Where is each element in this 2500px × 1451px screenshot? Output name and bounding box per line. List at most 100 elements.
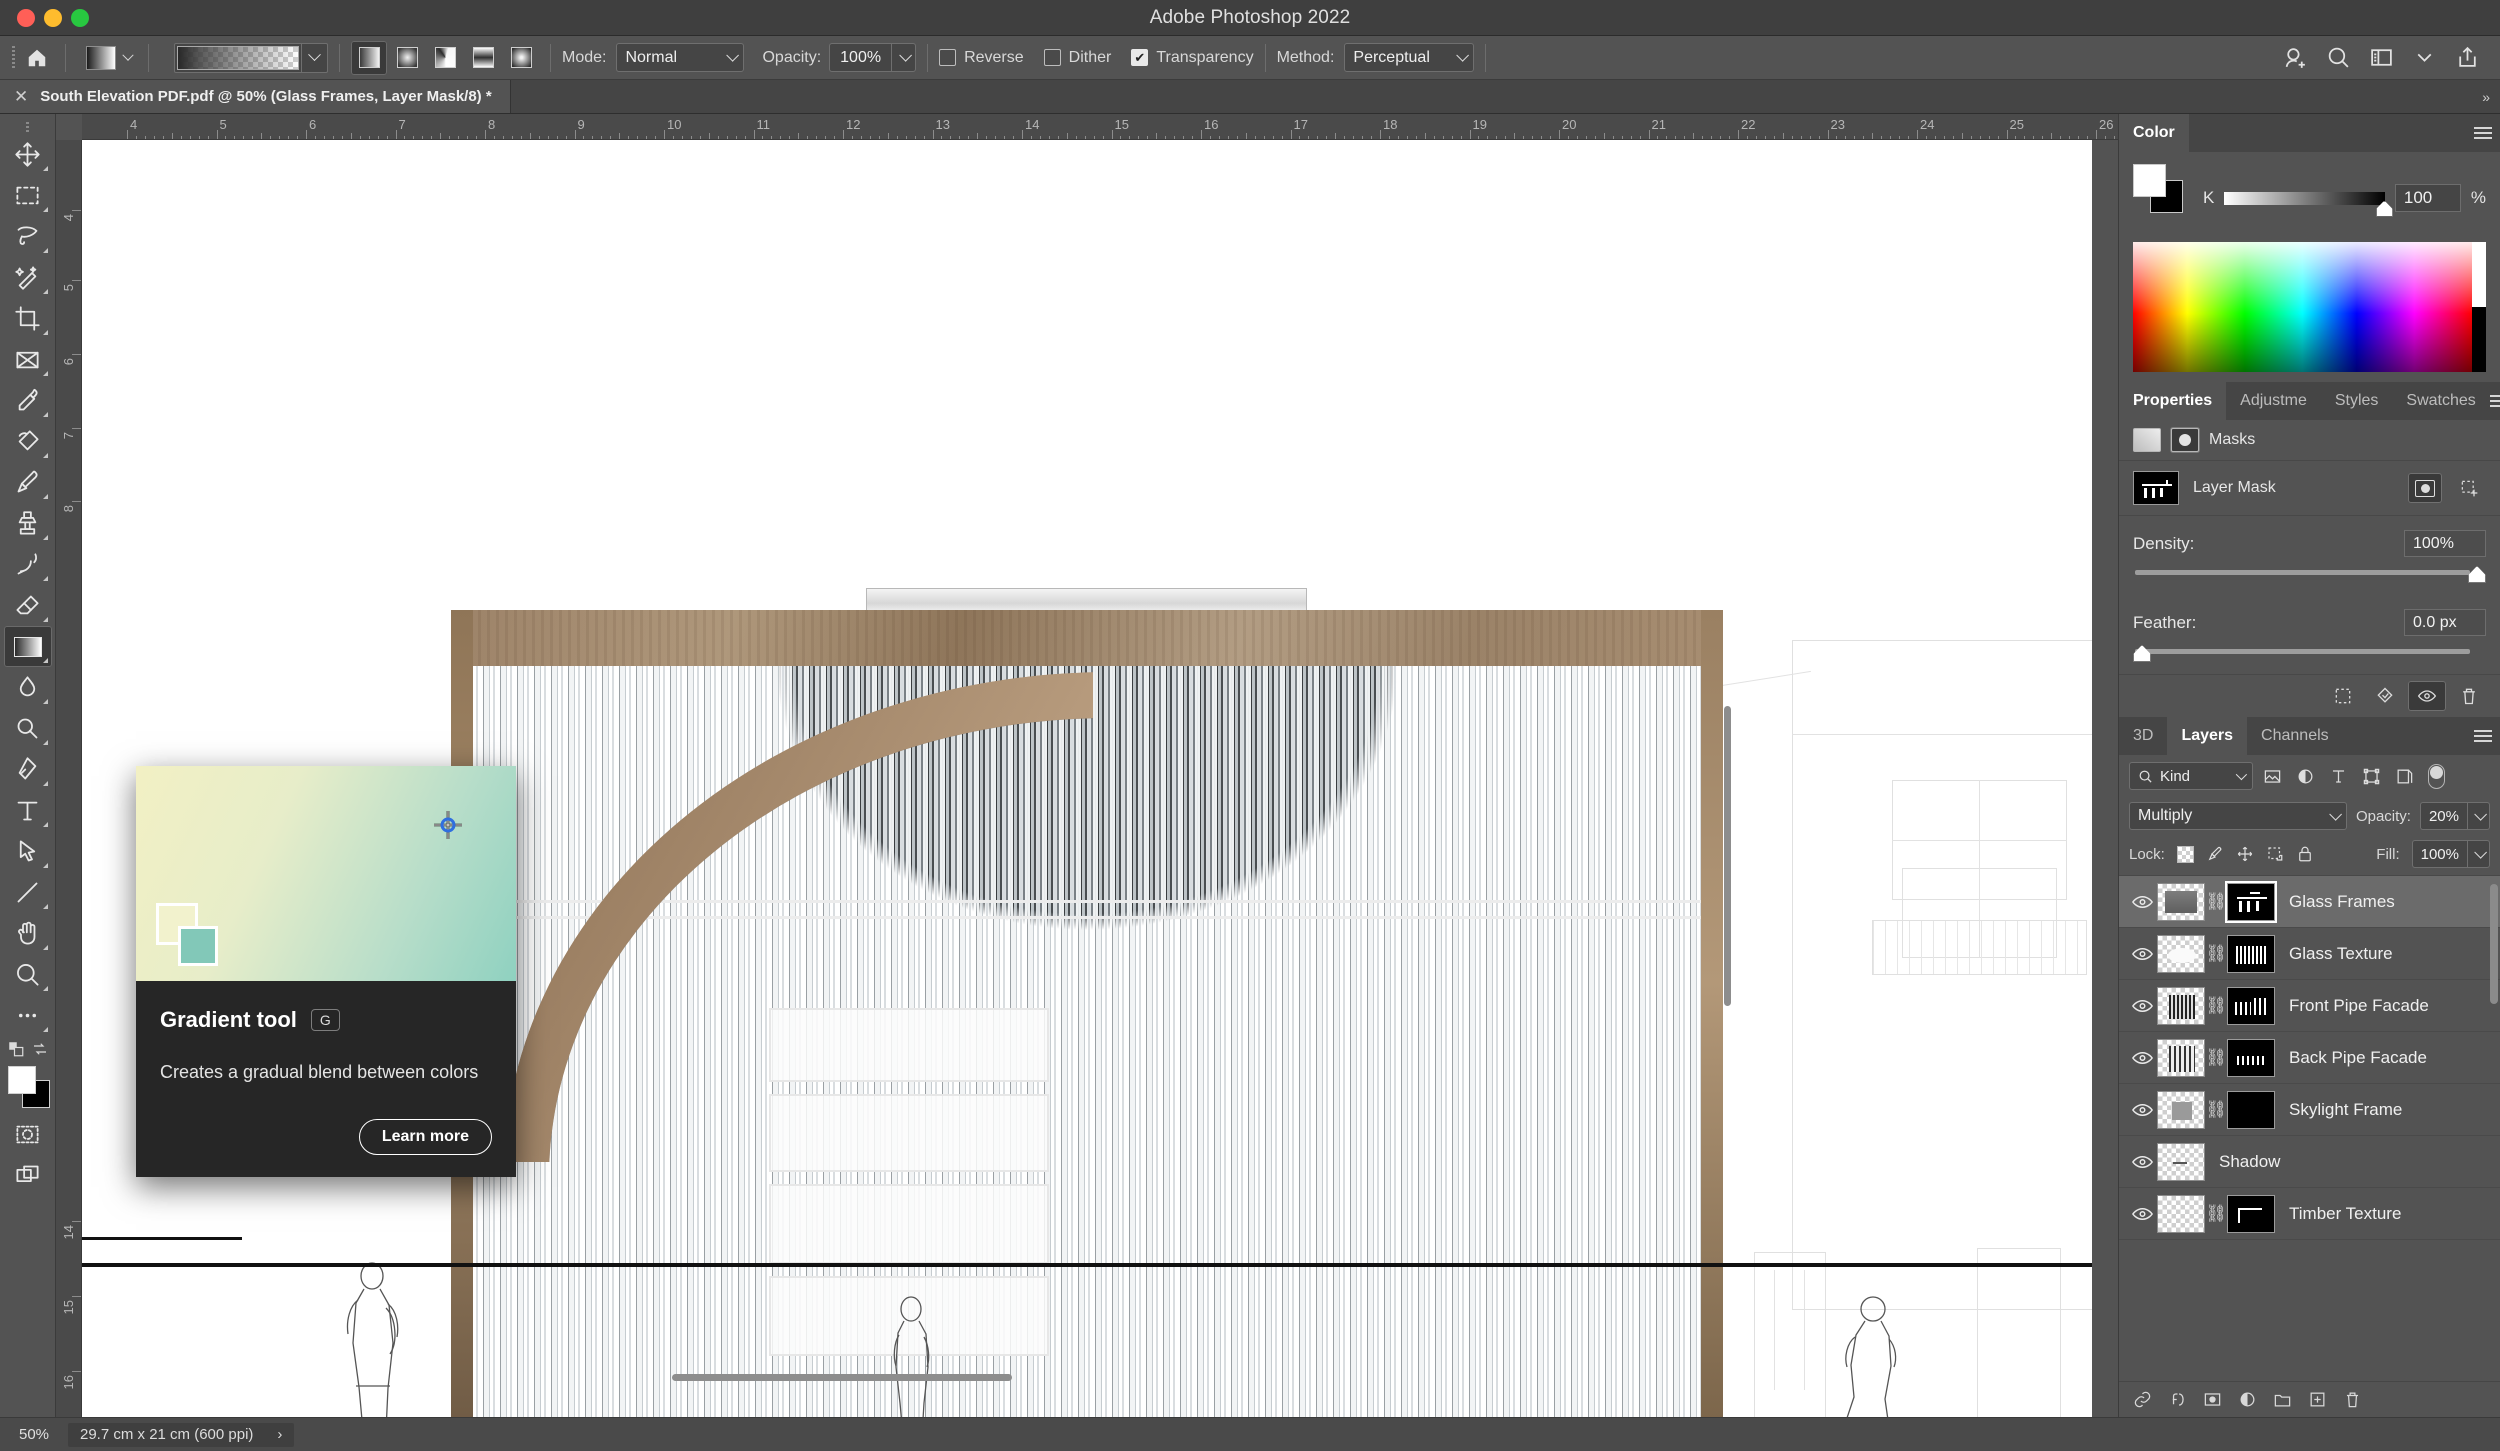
tab-channels[interactable]: Channels (2247, 717, 2343, 755)
new-layer-icon[interactable] (2308, 1390, 2327, 1409)
lock-transparency-icon[interactable] (2176, 845, 2194, 863)
tab-layers[interactable]: Layers (2167, 717, 2248, 755)
adjustment-layer-icon[interactable] (2238, 1390, 2257, 1409)
layer-link-icon[interactable]: ⛓ (2205, 1100, 2227, 1120)
tab-styles[interactable]: Styles (2321, 382, 2393, 420)
layer-mask-thumbnail[interactable] (2227, 882, 2275, 921)
layer-fill-value[interactable]: 100% (2411, 840, 2467, 868)
swap-colors-icon[interactable] (31, 1040, 49, 1058)
path-selection-tool[interactable] (4, 831, 52, 872)
layer-opacity-value[interactable]: 20% (2419, 802, 2467, 830)
layer-visibility-icon[interactable] (2127, 1051, 2157, 1065)
layer-visibility-icon[interactable] (2127, 895, 2157, 909)
zoom-tool[interactable] (4, 954, 52, 995)
delete-mask-icon[interactable] (2450, 681, 2488, 711)
apply-mask-icon[interactable] (2366, 681, 2404, 711)
type-tool[interactable] (4, 790, 52, 831)
add-mask-icon[interactable] (2203, 1390, 2222, 1409)
screen-mode-icon[interactable] (4, 1155, 52, 1196)
layer-thumbnail[interactable] (2157, 1142, 2205, 1181)
gradient-tool-preset-picker[interactable] (86, 45, 137, 70)
reflected-gradient-button[interactable] (465, 41, 501, 75)
dither-checkbox[interactable]: Dither (1043, 49, 1111, 67)
layer-mask-thumbnail[interactable] (2133, 471, 2179, 505)
canvas-viewport[interactable]: Gradient tool G Creates a gradual blend … (82, 140, 2118, 1417)
pixel-mask-icon[interactable] (2133, 428, 2161, 452)
default-colors-row[interactable] (4, 1036, 52, 1062)
gradient-preset-dropdown[interactable] (174, 42, 328, 73)
layer-row-front-pipe-facade[interactable]: ⛓ Front Pipe Facade (2119, 980, 2500, 1032)
density-value[interactable]: 100% (2404, 530, 2486, 557)
tab-properties[interactable]: Properties (2119, 382, 2227, 420)
transparency-checkbox[interactable]: Transparency (1131, 49, 1254, 67)
layer-thumbnail[interactable] (2157, 882, 2205, 921)
move-tool[interactable] (4, 134, 52, 175)
default-colors-icon[interactable] (7, 1040, 25, 1058)
layer-fill-stepper[interactable] (2467, 840, 2490, 868)
eyedropper-tool[interactable] (4, 380, 52, 421)
layer-visibility-icon[interactable] (2127, 999, 2157, 1013)
clone-stamp-tool[interactable] (4, 503, 52, 544)
layer-link-icon[interactable]: ⛓ (2205, 1048, 2227, 1068)
opacity-stepper[interactable] (891, 43, 917, 72)
linear-gradient-button[interactable] (351, 40, 387, 75)
tab-color[interactable]: Color (2119, 114, 2189, 152)
learn-more-button[interactable]: Learn more (358, 1119, 492, 1156)
crop-tool[interactable] (4, 298, 52, 339)
lock-pixels-icon[interactable] (2206, 845, 2224, 863)
feather-slider[interactable] (2133, 645, 2486, 668)
chevron-down-icon[interactable] (301, 43, 327, 72)
layer-row-glass-texture[interactable]: ⛓ Glass Texture (2119, 928, 2500, 980)
layer-row-skylight-frame[interactable]: ⛓ Skylight Frame (2119, 1084, 2500, 1136)
spectrum-hue-area[interactable] (2133, 242, 2472, 372)
k-channel-slider[interactable] (2224, 191, 2393, 217)
lock-all-icon[interactable] (2296, 845, 2314, 863)
delete-layer-icon[interactable] (2343, 1390, 2362, 1409)
share-user-icon[interactable] (2283, 45, 2308, 70)
panel-menu-icon[interactable] (2489, 382, 2500, 420)
lock-position-icon[interactable] (2236, 845, 2254, 863)
document-tab[interactable]: ✕ South Elevation PDF.pdf @ 50% (Glass F… (0, 80, 511, 113)
load-selection-icon[interactable] (2324, 681, 2362, 711)
layer-thumbnail[interactable] (2157, 1194, 2205, 1233)
layer-fill-field[interactable]: 100% (2411, 840, 2490, 868)
tab-overflow-icon[interactable]: » (2482, 89, 2500, 105)
layer-visibility-icon[interactable] (2127, 1207, 2157, 1221)
select-pixel-mask-button[interactable] (2408, 473, 2442, 503)
chevron-right-icon[interactable]: › (277, 1426, 282, 1443)
rectangular-marquee-tool[interactable] (4, 175, 52, 216)
close-icon[interactable]: ✕ (14, 87, 28, 107)
blur-tool[interactable] (4, 667, 52, 708)
layer-visibility-icon[interactable] (2127, 1103, 2157, 1117)
type-filter-icon[interactable] (2329, 767, 2348, 786)
layer-thumbnail[interactable] (2157, 934, 2205, 973)
layer-row-glass-frames[interactable]: ⛓ Glass Frames (2119, 876, 2500, 928)
layer-list[interactable]: ⛓ Glass Frames ⛓ Glass Texture ⛓ Front P… (2119, 875, 2500, 1381)
density-slider[interactable] (2133, 566, 2486, 589)
horizontal-ruler[interactable]: 4 5 6 7 8 9 10 11 12 13 14 15 16 17 18 19 20 21 22 23 24 25 26 (82, 114, 2118, 140)
layer-link-icon[interactable]: ⛓ (2205, 944, 2227, 964)
layer-filter-kind-select[interactable]: Kind (2129, 762, 2253, 790)
layer-visibility-icon[interactable] (2127, 1155, 2157, 1169)
reverse-checkbox[interactable]: Reverse (939, 49, 1024, 67)
vector-mask-icon[interactable] (2171, 428, 2199, 452)
layer-link-icon[interactable]: ⛓ (2205, 996, 2227, 1016)
layer-row-back-pipe-facade[interactable]: ⛓ Back Pipe Facade (2119, 1032, 2500, 1084)
layer-thumbnail[interactable] (2157, 1090, 2205, 1129)
foreground-color-swatch[interactable] (2133, 164, 2166, 197)
method-select[interactable]: Perceptual (1344, 43, 1475, 72)
gradient-tool[interactable] (3, 626, 52, 667)
tab-swatches[interactable]: Swatches (2392, 382, 2489, 420)
opacity-input[interactable]: 100% (829, 43, 892, 72)
canvas-vertical-scrollbar[interactable] (1722, 236, 1734, 1371)
edit-toolbar-tool[interactable] (4, 995, 52, 1036)
layer-link-icon[interactable]: ⛓ (2205, 1204, 2227, 1224)
frame-tool[interactable] (4, 339, 52, 380)
layer-link-icon[interactable]: ⛓ (2205, 892, 2227, 912)
layer-list-scrollbar[interactable] (2490, 884, 2498, 1004)
layer-mask-thumbnail[interactable] (2227, 986, 2275, 1025)
new-group-icon[interactable] (2273, 1390, 2292, 1409)
search-icon[interactable] (2326, 45, 2351, 70)
pixel-filter-icon[interactable] (2263, 767, 2282, 786)
layer-style-icon[interactable] (2168, 1390, 2187, 1409)
